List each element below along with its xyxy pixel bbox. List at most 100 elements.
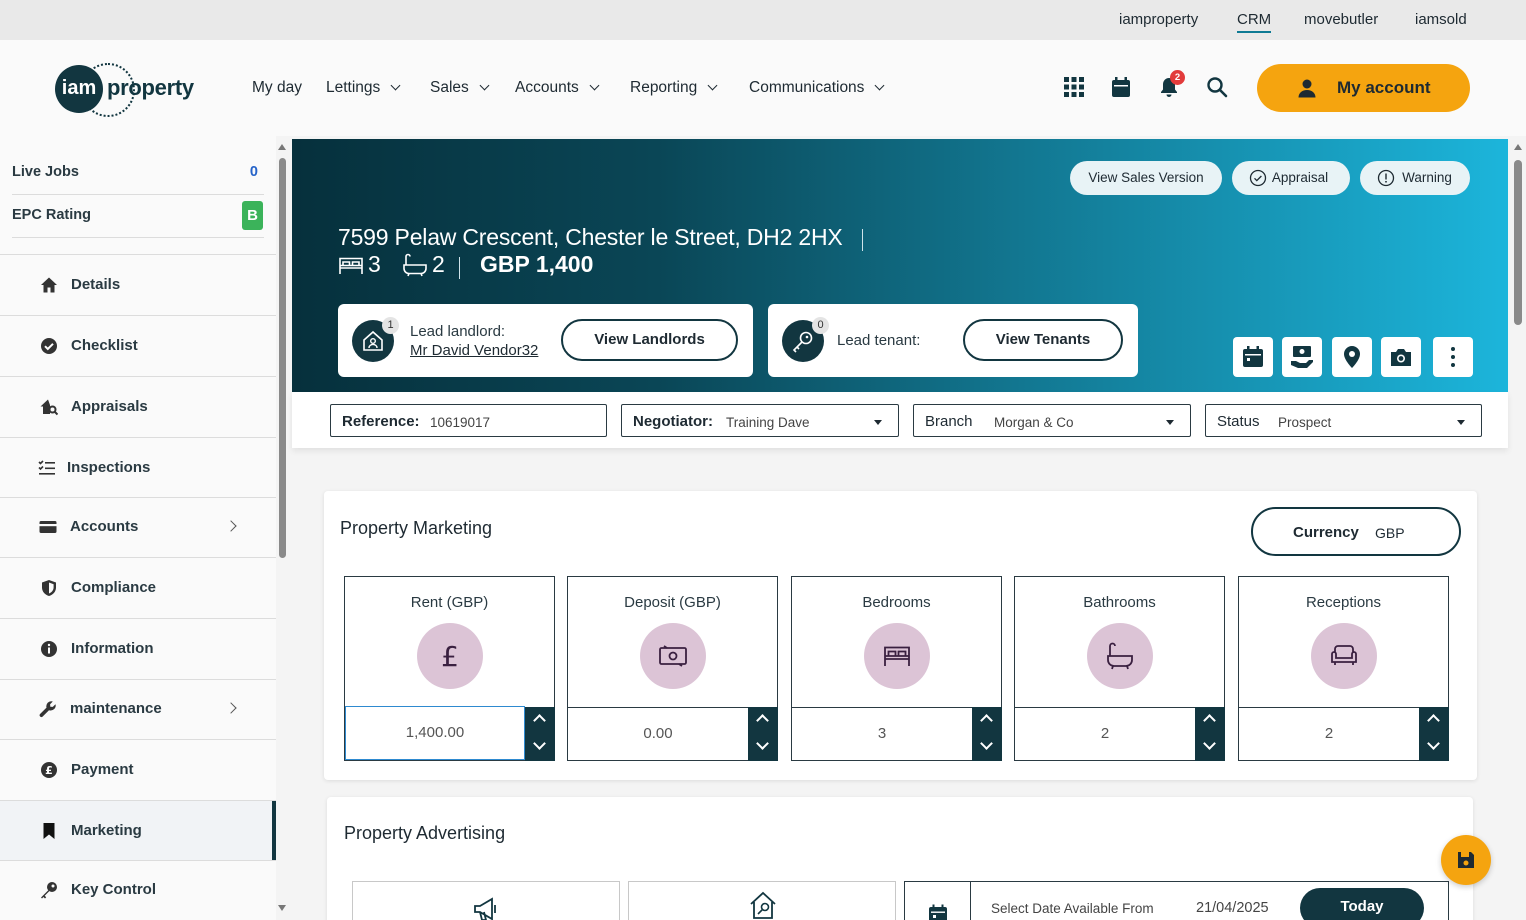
sidebar-item-accounts[interactable]: Accounts (0, 497, 276, 557)
sidebar-item-information[interactable]: Information (0, 619, 276, 679)
hero-photos-button[interactable] (1381, 337, 1421, 377)
view-landlords-button[interactable]: View Landlords (561, 319, 738, 361)
reference-field[interactable]: Reference: 10619017 (330, 404, 607, 437)
hero-location-button[interactable] (1332, 337, 1372, 377)
sidebar-item-compliance[interactable]: Compliance (0, 558, 276, 618)
bedrooms-stepper[interactable] (972, 707, 1002, 761)
apps-grid-icon[interactable] (1063, 76, 1085, 98)
save-fab-button[interactable] (1441, 835, 1491, 885)
chevron-up-icon[interactable] (980, 714, 993, 727)
hero-more-button[interactable] (1433, 337, 1473, 377)
credit-card-icon (39, 521, 57, 533)
available-date-field[interactable]: Select Date Available From 21/04/2025 To… (904, 881, 1449, 920)
receptions-stepper[interactable] (1419, 707, 1449, 761)
rent-input[interactable]: 1,400.00 (345, 706, 525, 760)
topbar-link-iamproperty[interactable]: iamproperty (1119, 11, 1198, 28)
chevron-up-icon[interactable] (1203, 714, 1216, 727)
warning-button[interactable]: Warning (1360, 161, 1470, 195)
nav-lettings[interactable]: Lettings (326, 79, 401, 97)
calendar-icon[interactable] (1110, 76, 1132, 98)
nav-reporting[interactable]: Reporting (630, 79, 718, 97)
nav-my-day-label: My day (252, 79, 302, 96)
topbar-link-movebutler[interactable]: movebutler (1304, 11, 1378, 28)
appraisal-label: Appraisal (1271, 170, 1329, 185)
sidebar-item-checklist[interactable]: Checklist (0, 316, 276, 376)
chevron-down-icon (479, 80, 490, 91)
chevron-down-icon[interactable] (1427, 737, 1440, 750)
sidebar-item-label: Marketing (71, 822, 142, 839)
sidebar-item-appraisals[interactable]: Appraisals (0, 377, 276, 437)
sidebar-item-label: Compliance (71, 579, 157, 596)
deposit-input[interactable]: 0.00 (568, 707, 748, 761)
house-user-icon (363, 330, 383, 351)
nav-sales-label: Sales (430, 79, 469, 96)
more-vertical-icon (1451, 347, 1455, 367)
nav-my-day[interactable]: My day (252, 79, 302, 97)
divider (459, 257, 460, 279)
deposit-metric: Deposit (GBP) 0.00 (567, 576, 778, 761)
advertise-portal-tile[interactable] (352, 881, 620, 920)
search-icon[interactable] (1206, 76, 1228, 98)
sidebar-scroll-down[interactable] (278, 905, 286, 911)
chevron-down-icon[interactable] (1203, 737, 1216, 750)
nav-communications[interactable]: Communications (749, 79, 885, 97)
deposit-stepper[interactable] (748, 707, 778, 761)
hand-money-icon (1291, 346, 1313, 368)
advertise-property-tile[interactable] (628, 881, 896, 920)
sidebar-scrollbar[interactable] (279, 158, 286, 558)
view-tenants-button[interactable]: View Tenants (963, 319, 1123, 361)
nav-accounts[interactable]: Accounts (515, 79, 600, 97)
bedrooms-input[interactable]: 3 (792, 707, 972, 761)
sidebar-item-label: Key Control (71, 881, 157, 898)
caret-down-icon (874, 420, 882, 425)
sidebar-item-inspections[interactable]: Inspections (0, 438, 276, 498)
landlord-count: 1 (382, 317, 399, 334)
property-advertising-title: Property Advertising (344, 823, 506, 843)
live-jobs-label: Live Jobs (12, 164, 79, 180)
chevron-down-icon[interactable] (533, 737, 546, 750)
bathrooms-input[interactable]: 2 (1015, 707, 1195, 761)
sidebar-item-key-control[interactable]: Key Control (0, 860, 276, 920)
sidebar-item-maintenance[interactable]: maintenance (0, 679, 276, 739)
page-scrollbar[interactable] (1514, 160, 1522, 325)
hero-money-button[interactable] (1282, 337, 1322, 377)
sidebar-item-label: Accounts (70, 518, 139, 535)
lead-landlord-link[interactable]: Mr David Vendor32 (410, 342, 538, 359)
sidebar-item-payment[interactable]: £ Payment (0, 740, 276, 800)
today-button[interactable]: Today (1300, 888, 1424, 920)
megaphone-icon (474, 897, 496, 920)
sidebar-item-label: Payment (71, 761, 134, 778)
sidebar-scroll-up[interactable] (278, 144, 286, 150)
reference-label: Reference: (342, 413, 420, 430)
sidebar-item-label: maintenance (70, 700, 162, 717)
chevron-up-icon[interactable] (756, 714, 769, 727)
caret-down-icon (1457, 420, 1465, 425)
chevron-down-icon[interactable] (980, 737, 993, 750)
hero-calendar-button[interactable] (1233, 337, 1273, 377)
status-select[interactable]: Status Prospect (1205, 404, 1482, 437)
chevron-up-icon[interactable] (1427, 714, 1440, 727)
nav-sales[interactable]: Sales (430, 79, 490, 97)
chevron-down-icon[interactable] (756, 737, 769, 750)
sidebar-item-details[interactable]: Details (0, 255, 276, 315)
topbar-link-iamsold[interactable]: iamsold (1415, 11, 1467, 28)
bathrooms-stepper[interactable] (1195, 707, 1225, 761)
camera-icon (1391, 349, 1411, 366)
chevron-up-icon[interactable] (533, 714, 546, 727)
sidebar-item-marketing[interactable]: Marketing (0, 801, 276, 861)
receptions-input[interactable]: 2 (1239, 707, 1419, 761)
appraisal-button[interactable]: Appraisal (1232, 161, 1350, 195)
currency-button[interactable]: Currency GBP (1251, 507, 1461, 556)
negotiator-select[interactable]: Negotiator: Training Dave (621, 404, 899, 437)
branch-select[interactable]: Branch Morgan & Co (913, 404, 1191, 437)
date-calendar-button[interactable] (905, 882, 971, 920)
page-scroll-up[interactable] (1514, 144, 1522, 150)
my-account-button[interactable]: My account (1257, 64, 1470, 112)
tenant-count: 0 (812, 317, 829, 334)
available-date-value: 21/04/2025 (1196, 900, 1269, 916)
topbar-link-crm[interactable]: CRM (1237, 11, 1272, 33)
rent-stepper[interactable] (525, 707, 555, 761)
nav-reporting-label: Reporting (630, 79, 698, 96)
key-icon (41, 882, 57, 899)
view-sales-version-button[interactable]: View Sales Version (1070, 161, 1222, 195)
